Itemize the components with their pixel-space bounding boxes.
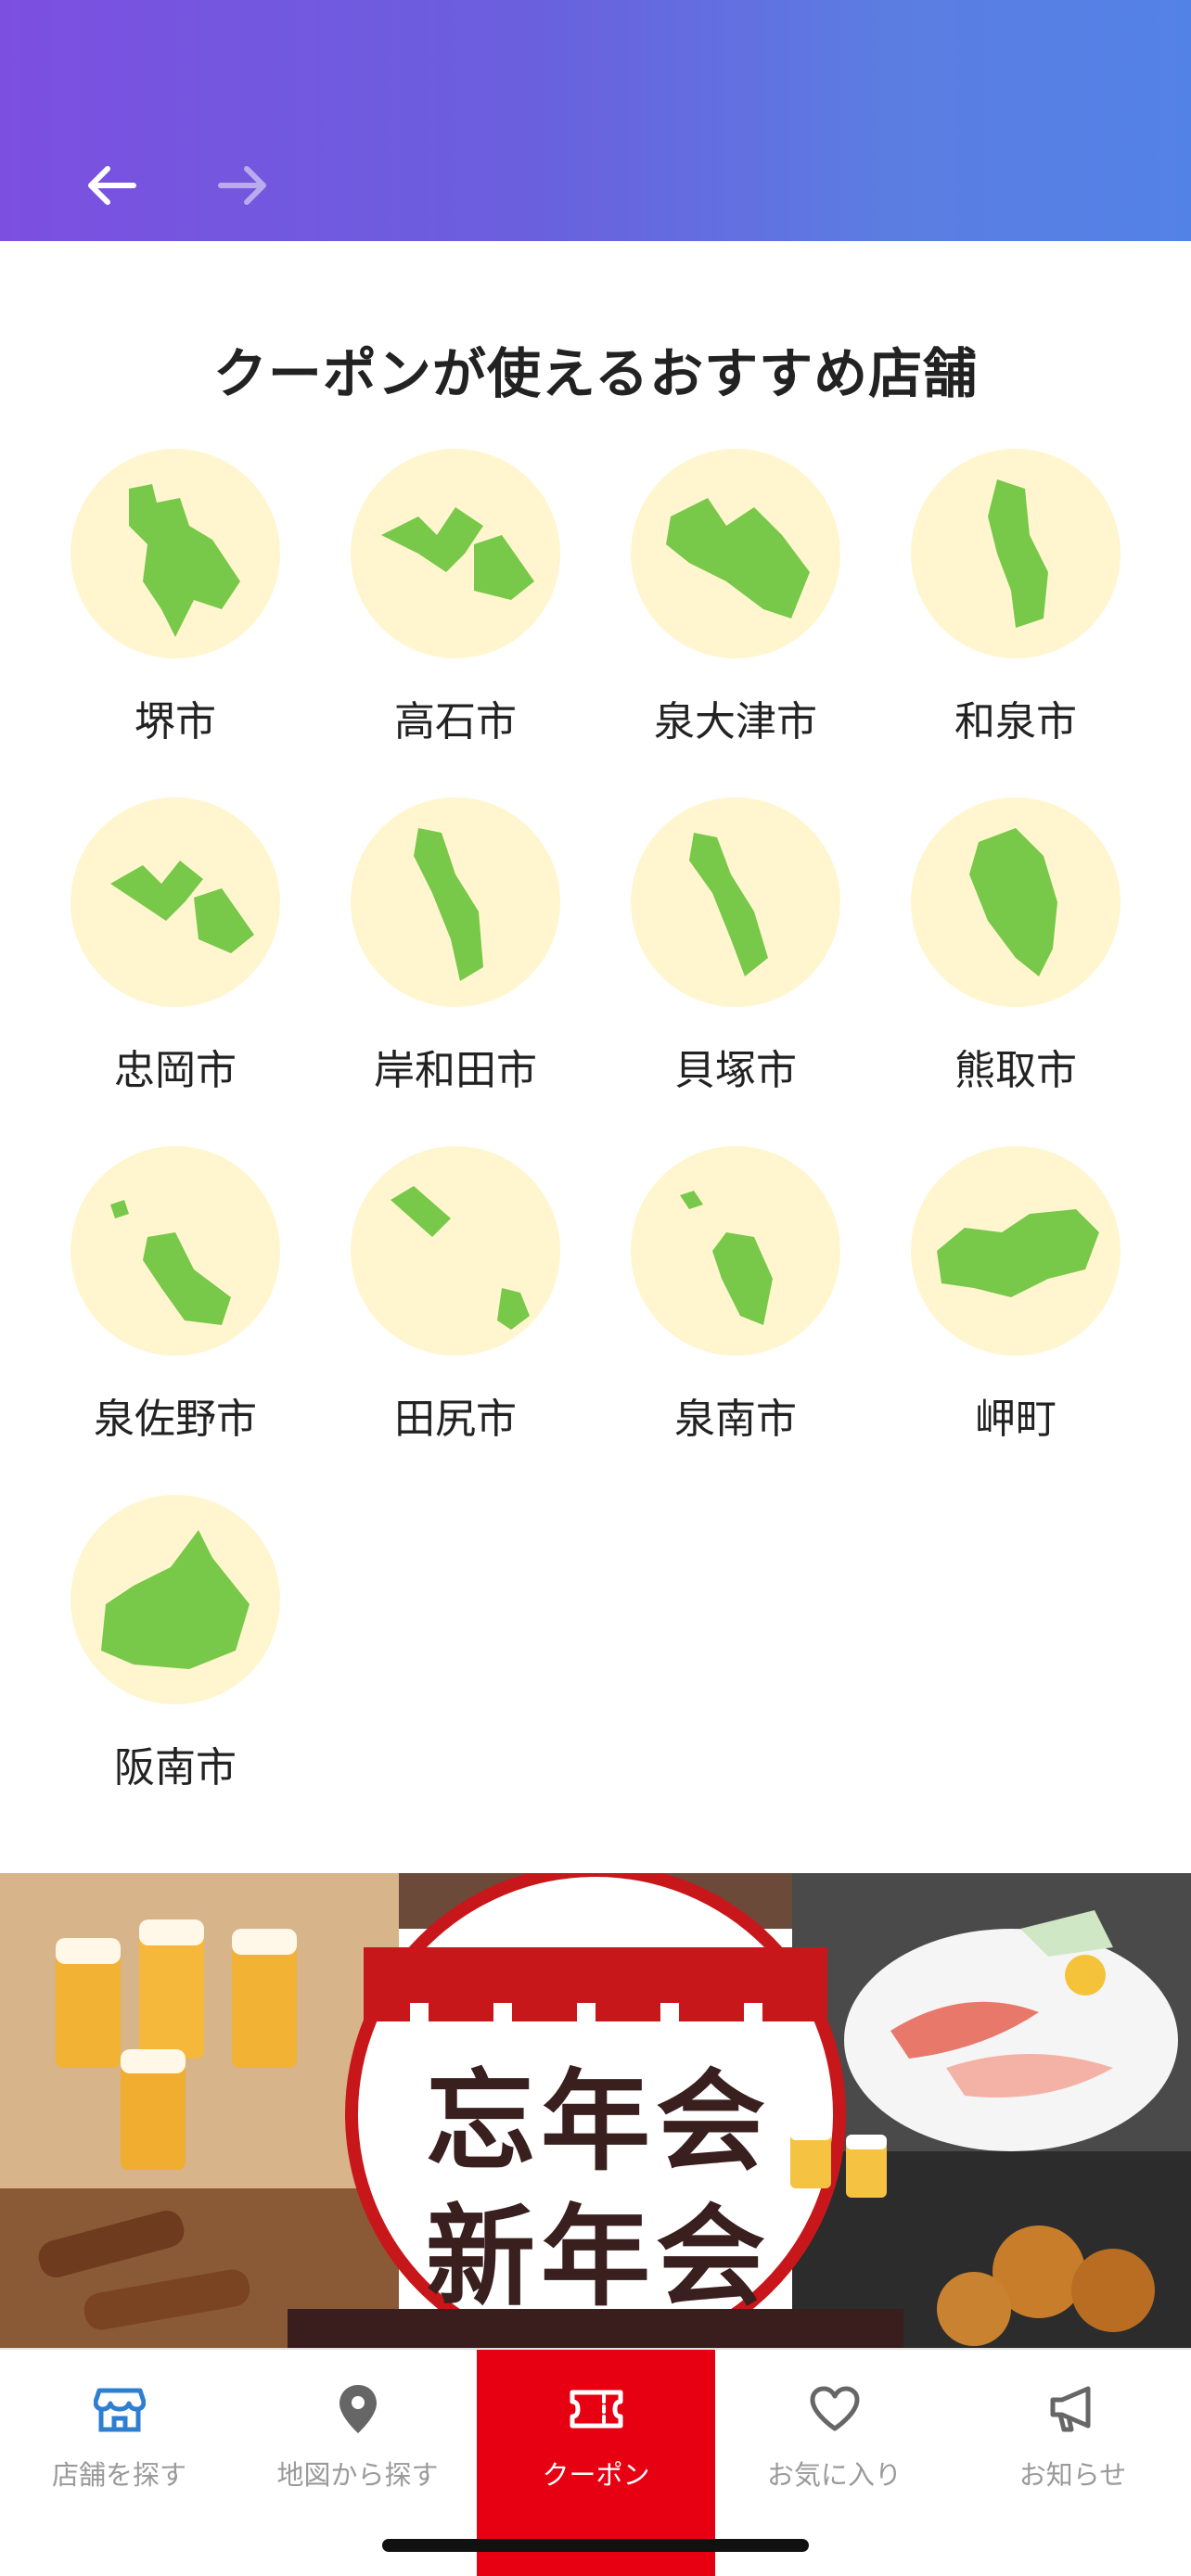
tab-label: お気に入り <box>766 2459 902 2491</box>
city-name: 阪南市 <box>114 1744 237 1792</box>
city-map-icon <box>70 797 280 1007</box>
city-item-kaizuka[interactable]: 貝塚市 <box>560 797 840 1113</box>
heart-icon <box>715 2381 954 2437</box>
arrow-left-icon <box>88 166 136 205</box>
city-item-hannan[interactable]: 阪南市 <box>0 1495 280 1810</box>
forward-button[interactable] <box>206 148 280 223</box>
home-indicator <box>382 2539 809 2552</box>
city-map-icon <box>631 1146 840 1356</box>
city-map-icon <box>631 449 840 658</box>
city-item-kumatori[interactable]: 熊取市 <box>840 797 1121 1113</box>
back-button[interactable] <box>74 148 148 223</box>
tab-label: クーポン <box>542 2459 650 2491</box>
city-item-tadaoka[interactable]: 忠岡市 <box>0 797 280 1113</box>
city-map-icon <box>351 797 560 1007</box>
city-name: 岬町 <box>975 1396 1057 1443</box>
tab-notifications[interactable]: お知らせ <box>954 2350 1191 2576</box>
ticket-icon <box>477 2381 715 2437</box>
promo-banner[interactable]: 忘年会 新年会 <box>0 1873 1191 2352</box>
arrow-right-icon <box>218 166 266 205</box>
city-map-icon <box>351 449 560 658</box>
city-map-icon <box>351 1146 560 1356</box>
city-map-icon <box>70 449 280 658</box>
store-icon <box>0 2381 238 2437</box>
city-item-izumi[interactable]: 和泉市 <box>840 449 1121 764</box>
city-item-sennan[interactable]: 泉南市 <box>560 1146 840 1461</box>
city-map-icon <box>911 1146 1121 1356</box>
city-item-tajiri[interactable]: 田尻市 <box>280 1146 560 1461</box>
app-header <box>0 0 1191 241</box>
map-pin-icon <box>238 2381 477 2437</box>
banner-title-line2: 新年会 <box>425 2193 771 2321</box>
city-item-misaki[interactable]: 岬町 <box>840 1146 1121 1461</box>
city-item-izumisano[interactable]: 泉佐野市 <box>0 1146 280 1461</box>
city-item-izumiotsu[interactable]: 泉大津市 <box>560 449 840 764</box>
city-name: 熊取市 <box>954 1047 1077 1094</box>
tab-label: 店舗を探す <box>51 2459 186 2491</box>
city-map-icon <box>70 1146 280 1356</box>
megaphone-icon <box>954 2381 1191 2437</box>
tab-label: お知らせ <box>1018 2459 1127 2491</box>
city-map-icon <box>911 797 1121 1007</box>
city-item-kishiwada[interactable]: 岸和田市 <box>280 797 560 1113</box>
city-item-takaishi[interactable]: 高石市 <box>280 449 560 764</box>
tab-store-search[interactable]: 店舗を探す <box>0 2350 238 2576</box>
tab-label: 地図から探す <box>276 2459 439 2491</box>
city-name: 和泉市 <box>954 698 1077 746</box>
city-item-sakai[interactable]: 堺市 <box>0 449 280 764</box>
city-map-icon <box>70 1495 280 1704</box>
city-map-icon <box>631 797 840 1007</box>
city-map-icon <box>911 449 1121 658</box>
section-title: クーポンが使えるおすすめ店舗 <box>212 342 979 405</box>
